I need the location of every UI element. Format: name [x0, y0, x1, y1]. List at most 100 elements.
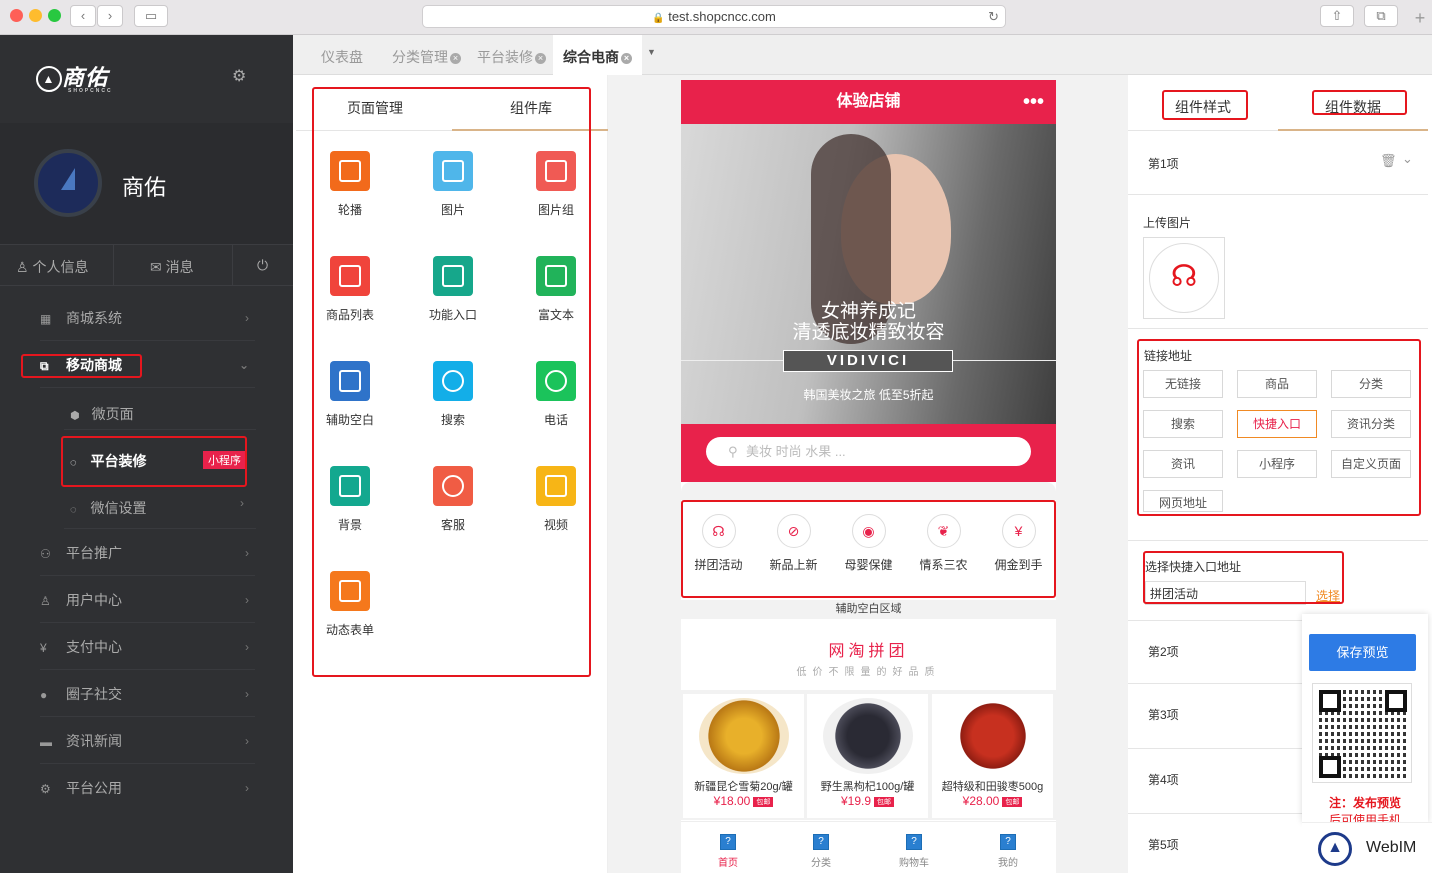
mail-icon: ✉	[150, 259, 162, 275]
tab-platform-decor[interactable]: 平台装修 ×	[477, 47, 546, 67]
close-icon[interactable]: ×	[450, 52, 461, 64]
qr-finder	[1385, 690, 1407, 712]
user-icon: ♙	[16, 259, 29, 275]
menu-item-public[interactable]: ⚙ 平台公用 ›	[40, 765, 255, 811]
tab-dashboard[interactable]: 仪表盘	[321, 47, 363, 67]
component-label: 电话	[543, 413, 568, 427]
close-icon[interactable]: ×	[621, 52, 632, 64]
gear-icon[interactable]: ⚙	[232, 66, 246, 86]
sidebar-toggle-icon[interactable]: ▭	[134, 5, 168, 27]
avatar-sail-icon	[61, 168, 75, 190]
highlight-box	[1162, 90, 1248, 120]
menu-item-micro-page[interactable]: ⬢ 微页面	[70, 404, 134, 424]
menu-label: 平台公用	[66, 780, 122, 796]
component-background[interactable]: 背景	[310, 466, 390, 533]
upload-label: 上传图片	[1143, 216, 1192, 230]
component-carousel[interactable]: 轮播	[310, 151, 390, 218]
forward-icon[interactable]: ›	[97, 5, 123, 27]
menu-item-payment[interactable]: ¥ 支付中心 ›	[40, 624, 255, 670]
chat-icon: ◌	[70, 504, 77, 516]
tabbar-label: 购物车	[899, 858, 929, 869]
webim-widget[interactable]: ▲ WebIM	[1302, 822, 1432, 873]
more-icon[interactable]: •••	[1023, 80, 1044, 124]
product-image	[822, 698, 913, 774]
back-icon[interactable]: ‹	[70, 5, 96, 27]
banner-brand: VIDIVICI	[783, 350, 953, 372]
circle-icon: ●	[40, 688, 48, 702]
component-image[interactable]: 图片	[413, 151, 493, 218]
zoom-window-icon[interactable]	[48, 9, 61, 22]
profile-tab[interactable]: ♙ 个人信息	[16, 257, 88, 277]
reload-icon[interactable]: ↻	[988, 6, 999, 28]
save-preview-button[interactable]: 保存预览	[1309, 634, 1416, 671]
power-icon[interactable]: ⏻	[257, 257, 268, 274]
component-customer-service[interactable]: 客服	[413, 466, 493, 533]
brand-logo: ▲ 商佑 SHOPCNCC	[36, 60, 113, 94]
tab-ecommerce[interactable]: 综合电商 ×	[553, 35, 642, 75]
tabbar-label: 首页	[718, 858, 738, 869]
chevron-right-icon: ›	[245, 593, 249, 607]
tabbar-category[interactable]: ? 分类	[791, 834, 851, 869]
messages-tab-label: 消息	[165, 259, 194, 275]
user-icon: ?	[1000, 834, 1016, 850]
tabbar-mine[interactable]: ? 我的	[978, 834, 1038, 869]
menu-item-promotion[interactable]: ⚇ 平台推广 ›	[40, 530, 255, 576]
messages-tab[interactable]: ✉ 消息	[150, 257, 194, 277]
product-card[interactable]: 超特级和田骏枣500g ¥28.00 包邮	[932, 694, 1053, 818]
rich-text-icon	[536, 256, 576, 296]
chevron-down-icon: ⌄	[238, 358, 249, 372]
chevron-right-icon: ›	[245, 781, 249, 795]
component-rich-text[interactable]: 富文本	[516, 256, 596, 323]
menu-item-social[interactable]: ● 圈子社交 ›	[40, 671, 255, 717]
tab-label: 综合电商	[563, 49, 619, 65]
component-dynamic-form[interactable]: 动态表单	[310, 571, 390, 638]
component-phone[interactable]: 电话	[516, 361, 596, 428]
cart-icon: ?	[906, 834, 922, 850]
tab-category[interactable]: 分类管理 ×	[392, 47, 461, 67]
sail-logo-icon: ▲	[36, 66, 62, 93]
component-entry[interactable]: 功能入口	[413, 256, 493, 323]
component-image-group[interactable]: 图片组	[516, 151, 596, 218]
menu-item-news[interactable]: ▬ 资讯新闻 ›	[40, 718, 255, 764]
component-product-list[interactable]: 商品列表	[310, 256, 390, 323]
trash-icon[interactable]: 🗑	[1380, 153, 1397, 169]
product-card[interactable]: 野生黑枸杞100g/罐 ¥19.9 包邮	[807, 694, 928, 818]
url-text: test.shopcncc.com	[668, 9, 776, 24]
component-spacer[interactable]: 辅助空白	[310, 361, 390, 428]
menu-label: 平台推广	[66, 545, 122, 561]
search-placeholder: 美妆 时尚 水果 ...	[746, 444, 846, 459]
menu-item-wechat-settings[interactable]: ◌ 微信设置	[70, 498, 147, 518]
sail-logo-icon: ▲	[1318, 832, 1352, 866]
close-icon[interactable]: ×	[535, 52, 546, 64]
tab-dropdown-icon[interactable]: ▼	[647, 47, 656, 57]
close-window-icon[interactable]	[10, 9, 23, 22]
search-input[interactable]: ⚲ 美妆 时尚 水果 ...	[706, 437, 1031, 466]
user-tabs: ♙ 个人信息 ✉ 消息 ⏻	[0, 244, 293, 286]
component-label: 功能入口	[428, 308, 477, 322]
menu-item-mall-system[interactable]: ▦ 商城系统 ›	[40, 295, 255, 341]
url-bar[interactable]: 🔒 test.shopcncc.com ↻	[422, 5, 1006, 28]
tabbar-cart[interactable]: ? 购物车	[884, 834, 944, 869]
component-label: 富文本	[537, 308, 574, 322]
menu-label: 商城系统	[66, 310, 122, 326]
page-tabs: 仪表盘 分类管理 × 平台装修 × 综合电商 × ▼	[293, 35, 1432, 75]
component-video[interactable]: 视频	[516, 466, 596, 533]
phone-tabbar: ? 首页 ? 分类 ? 购物车 ? 我的	[681, 821, 1056, 873]
tabs-overview-icon[interactable]: ⧉	[1364, 5, 1398, 27]
banner-line2: 清透底妆精致妆容	[792, 322, 945, 343]
product-card[interactable]: 新疆昆仑雪菊20g/罐 ¥18.00 包邮	[683, 694, 804, 818]
image-upload[interactable]: ☊	[1143, 237, 1225, 319]
share-icon[interactable]: ⇧	[1320, 5, 1354, 27]
component-label: 搜索	[440, 413, 465, 427]
browser-toolbar: ‹ › ▭ 🔒 test.shopcncc.com ↻ ⇧ ⧉ +	[0, 0, 1432, 35]
minimize-window-icon[interactable]	[29, 9, 42, 22]
item-row-1[interactable]: 第1项 🗑 ⌄	[1128, 131, 1428, 195]
new-tab-icon[interactable]: +	[1408, 8, 1432, 32]
component-search[interactable]: 搜索	[413, 361, 493, 428]
menu-item-user-center[interactable]: ♙ 用户中心 ›	[40, 577, 255, 623]
item-label: 第1项	[1148, 157, 1179, 171]
banner[interactable]: 女神养成记 清透底妆精致妆容 VIDIVICI 韩国美妆之旅 低至5折起	[681, 124, 1056, 424]
tabbar-home[interactable]: ? 首页	[698, 834, 758, 869]
avatar[interactable]	[34, 149, 102, 217]
chevron-down-icon[interactable]: ⌄	[1402, 151, 1413, 167]
